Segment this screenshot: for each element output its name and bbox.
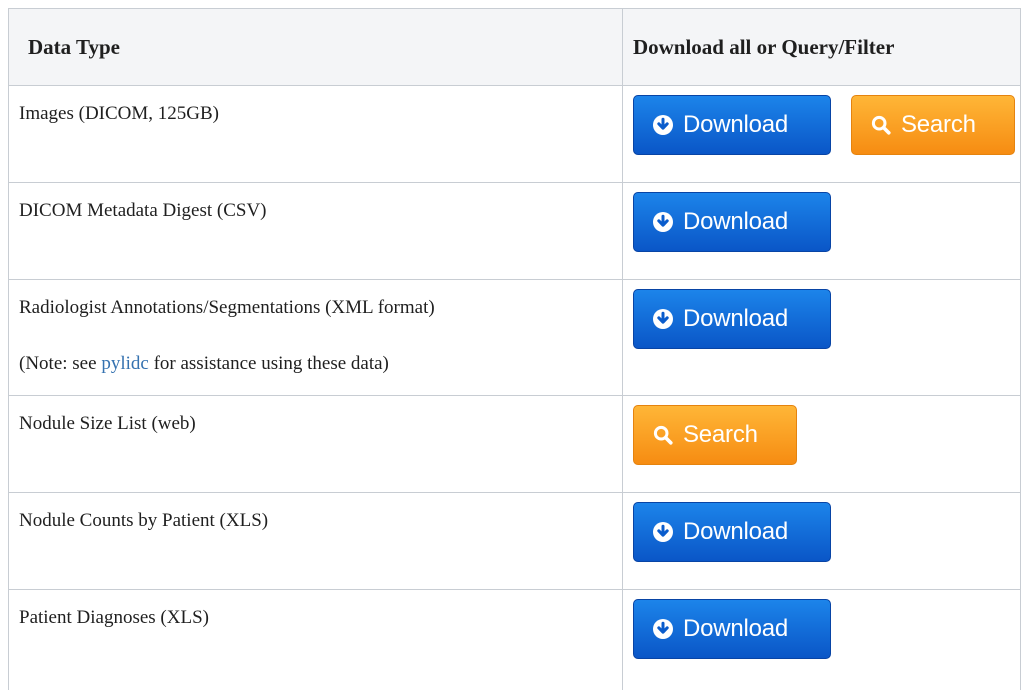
row-label: Nodule Size List (web) [8,395,623,493]
pylidc-link[interactable]: pylidc [101,353,149,374]
row-actions: Download [621,182,1021,280]
table-row: Patient Diagnoses (XLS) Download [8,589,1021,690]
row-actions: Search [621,395,1021,493]
circle-arrow-down-icon [652,212,673,232]
row-actions: Download [621,492,1021,590]
data-download-table: Data Type Download all or Query/Filter I… [8,8,1021,690]
row-actions: Download [621,589,1021,690]
row-label: Radiologist Annotations/Segmentations (X… [8,279,623,396]
row-label: DICOM Metadata Digest (CSV) [8,182,623,280]
row-actions: Download [621,279,1021,396]
search-button[interactable]: Search [632,405,797,465]
download-button[interactable]: Download [632,95,831,155]
header-row: Data Type Download all or Query/Filter [8,8,1021,86]
header-data-type: Data Type [8,8,623,86]
row-note: (Note: see pylidc for assistance using t… [19,353,389,374]
download-button[interactable]: Download [632,289,831,349]
circle-arrow-down-icon [652,309,673,329]
row-actions: Download Search [621,85,1021,183]
magnifier-icon [871,115,891,135]
circle-arrow-down-icon [652,522,673,542]
magnifier-icon [653,425,673,445]
circle-arrow-down-icon [652,619,673,639]
table-row: Radiologist Annotations/Segmentations (X… [8,279,1021,396]
table-row: Nodule Counts by Patient (XLS) Download [8,492,1021,590]
download-button[interactable]: Download [632,502,831,562]
circle-arrow-down-icon [652,115,673,135]
row-label: Images (DICOM, 125GB) [8,85,623,183]
table-row: Images (DICOM, 125GB) Download Search [8,85,1021,183]
table-row: DICOM Metadata Digest (CSV) Download [8,182,1021,280]
download-button[interactable]: Download [632,599,831,659]
download-button[interactable]: Download [632,192,831,252]
search-button[interactable]: Search [850,95,1015,155]
header-download-query: Download all or Query/Filter [621,8,1021,86]
row-label: Patient Diagnoses (XLS) [8,589,623,690]
row-label: Nodule Counts by Patient (XLS) [8,492,623,590]
table-row: Nodule Size List (web) Search [8,395,1021,493]
row-label-text: Radiologist Annotations/Segmentations (X… [19,297,435,318]
